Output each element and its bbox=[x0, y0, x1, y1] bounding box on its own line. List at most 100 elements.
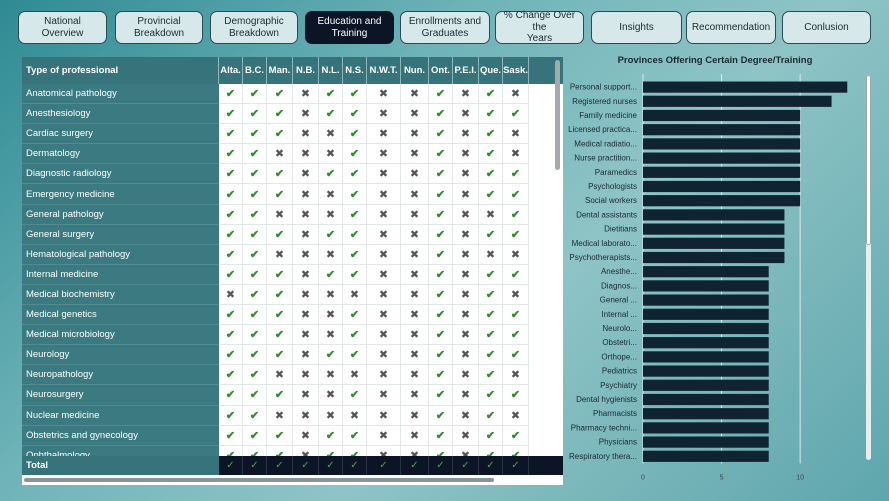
bar[interactable] bbox=[643, 351, 769, 363]
check-icon: ✔ bbox=[267, 325, 293, 346]
nav-button-conlusion[interactable]: Conlusion bbox=[782, 11, 871, 44]
nav-button-enrollments-and-graduates[interactable]: Enrollments and Graduates bbox=[400, 11, 490, 44]
row-professional-name: Neuropathology bbox=[22, 365, 219, 386]
cross-icon: ✖ bbox=[401, 305, 429, 326]
category-label: Psychiatry bbox=[600, 381, 637, 390]
total-check-icon: ✓ bbox=[219, 456, 243, 475]
check-icon: ✔ bbox=[219, 104, 243, 125]
column-header-que[interactable]: Que. bbox=[479, 57, 503, 84]
category-label: Orthope... bbox=[601, 352, 637, 361]
cross-icon: ✖ bbox=[401, 264, 429, 285]
bar[interactable] bbox=[643, 152, 801, 164]
bar[interactable] bbox=[643, 251, 785, 264]
nav-button-national-overview[interactable]: National Overview bbox=[18, 11, 107, 44]
bar[interactable] bbox=[643, 280, 769, 292]
cross-icon: ✖ bbox=[503, 124, 529, 145]
nav-button-demographic-breakdown[interactable]: Demographic Breakdown bbox=[210, 11, 298, 44]
column-header-bc[interactable]: B.C. bbox=[243, 57, 267, 84]
row-professional-name: Diagnostic radiology bbox=[22, 164, 219, 185]
chart-scrollbar-thumb[interactable] bbox=[866, 75, 871, 245]
column-header-nun[interactable]: Nun. bbox=[401, 57, 429, 84]
column-header-nb[interactable]: N.B. bbox=[293, 57, 319, 84]
check-icon: ✔ bbox=[267, 385, 293, 406]
column-header-nwt[interactable]: N.W.T. bbox=[367, 57, 401, 84]
check-icon: ✔ bbox=[243, 425, 267, 446]
bar[interactable] bbox=[643, 138, 801, 150]
check-icon: ✔ bbox=[243, 345, 267, 366]
cross-icon: ✖ bbox=[319, 365, 343, 386]
cross-icon: ✖ bbox=[453, 385, 479, 406]
check-icon: ✔ bbox=[319, 345, 343, 366]
bar[interactable] bbox=[643, 209, 785, 221]
check-icon: ✔ bbox=[219, 164, 243, 185]
nav-button-provincial-breakdown[interactable]: Provincial Breakdown bbox=[115, 11, 203, 44]
cross-icon: ✖ bbox=[367, 305, 401, 326]
check-icon: ✔ bbox=[429, 425, 453, 446]
row-professional-name: Anesthesiology bbox=[22, 104, 219, 125]
cross-icon: ✖ bbox=[453, 284, 479, 306]
check-icon: ✔ bbox=[219, 345, 243, 366]
cross-icon: ✖ bbox=[367, 365, 401, 386]
bar[interactable] bbox=[643, 379, 769, 391]
column-header-ns[interactable]: N.S. bbox=[343, 57, 367, 84]
nav-button--change-over-the-years[interactable]: % Change Over the Years bbox=[495, 10, 584, 44]
cross-icon: ✖ bbox=[453, 124, 479, 145]
bar[interactable] bbox=[643, 308, 769, 320]
row-professional-name: Emergency medicine bbox=[22, 184, 219, 205]
bar[interactable] bbox=[643, 166, 801, 178]
nav-button-education-and-training[interactable]: Education and Training bbox=[305, 11, 394, 44]
column-header-ont[interactable]: Ont. bbox=[429, 57, 453, 84]
bar[interactable] bbox=[643, 408, 769, 420]
check-icon: ✔ bbox=[429, 84, 453, 105]
check-icon: ✔ bbox=[267, 284, 293, 306]
check-icon: ✔ bbox=[219, 425, 243, 446]
bar[interactable] bbox=[643, 266, 769, 278]
nav-button-recommendation[interactable]: Recommendation bbox=[686, 11, 776, 44]
table-row: Neuropathology ✔ ✔ ✖ ✖ ✖ ✖ ✖ ✖ ✔ ✖ ✔ ✖ bbox=[22, 365, 563, 386]
check-icon: ✔ bbox=[219, 144, 243, 165]
bar[interactable] bbox=[643, 237, 785, 249]
bar[interactable] bbox=[643, 422, 769, 434]
bar[interactable] bbox=[643, 124, 801, 136]
bar[interactable] bbox=[643, 195, 801, 207]
row-professional-name: Neurosurgery bbox=[22, 385, 219, 406]
cross-icon: ✖ bbox=[367, 144, 401, 165]
category-label: Dietitians bbox=[604, 225, 637, 234]
column-header-alta[interactable]: Alta. bbox=[219, 57, 243, 84]
row-professional-name: Dermatology bbox=[22, 144, 219, 165]
bar[interactable] bbox=[643, 294, 769, 306]
column-header-man[interactable]: Man. bbox=[267, 57, 293, 84]
bar[interactable] bbox=[643, 95, 832, 107]
nav-button-insights[interactable]: Insights bbox=[591, 11, 682, 44]
table-vertical-scrollbar[interactable] bbox=[555, 60, 560, 170]
check-icon: ✔ bbox=[267, 184, 293, 205]
bar[interactable] bbox=[643, 393, 769, 406]
bar[interactable] bbox=[643, 180, 801, 193]
bar[interactable] bbox=[643, 109, 801, 122]
check-icon: ✔ bbox=[343, 144, 367, 165]
bar[interactable] bbox=[643, 81, 848, 93]
bar[interactable] bbox=[643, 436, 769, 448]
check-icon: ✔ bbox=[267, 264, 293, 285]
column-header-nl[interactable]: N.L. bbox=[319, 57, 343, 84]
bar[interactable] bbox=[643, 337, 769, 349]
bar[interactable] bbox=[643, 223, 785, 235]
cross-icon: ✖ bbox=[367, 264, 401, 285]
cross-icon: ✖ bbox=[367, 84, 401, 105]
category-label: Pharmacy techni... bbox=[571, 423, 637, 432]
bar[interactable] bbox=[643, 322, 769, 335]
column-header-pei[interactable]: P.E.I. bbox=[453, 57, 479, 84]
header-type-of-professional[interactable]: Type of professional bbox=[22, 57, 219, 84]
category-label: Family medicine bbox=[579, 111, 637, 120]
check-icon: ✔ bbox=[479, 164, 503, 185]
bar[interactable] bbox=[643, 450, 769, 462]
check-icon: ✔ bbox=[319, 164, 343, 185]
table-horizontal-scrollbar[interactable] bbox=[24, 478, 494, 482]
check-icon: ✔ bbox=[243, 264, 267, 285]
category-label: Pharmacists bbox=[593, 409, 637, 418]
check-icon: ✔ bbox=[219, 184, 243, 205]
column-header-sask[interactable]: Sask. bbox=[503, 57, 529, 84]
cross-icon: ✖ bbox=[319, 305, 343, 326]
bar[interactable] bbox=[643, 365, 769, 377]
table-row: Cardiac surgery ✔ ✔ ✔ ✖ ✖ ✔ ✖ ✖ ✔ ✖ ✔ ✖ bbox=[22, 124, 563, 145]
